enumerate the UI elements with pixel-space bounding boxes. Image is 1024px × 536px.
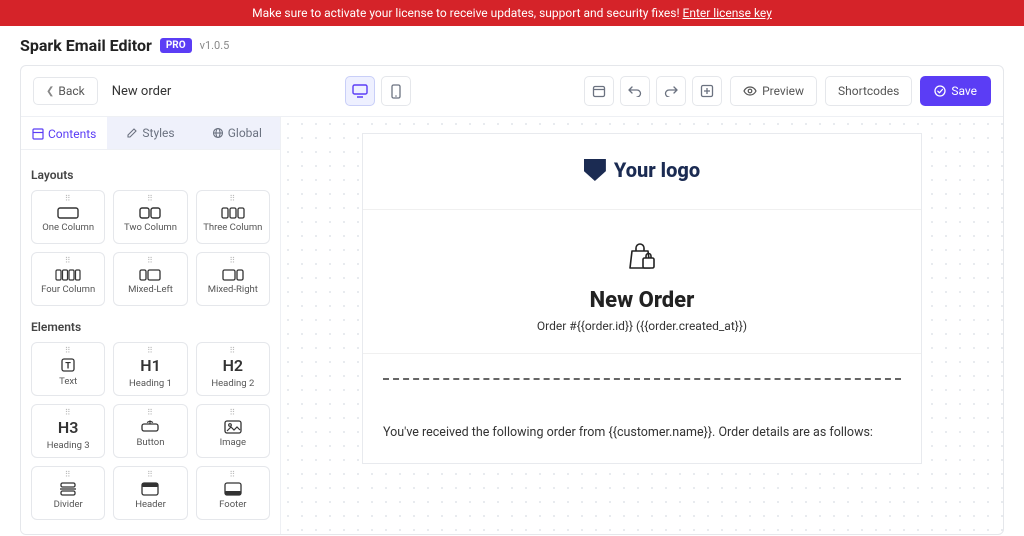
element-divider[interactable]: ⠿ Divider [31, 466, 105, 520]
code-button[interactable] [692, 76, 722, 106]
toolbar: ❮ Back New order [21, 66, 1003, 117]
drag-handle-icon: ⠿ [65, 470, 72, 479]
four-column-icon [55, 269, 81, 281]
shortcodes-label: Shortcodes [838, 84, 899, 98]
email-heading: New Order [363, 288, 921, 313]
mixed-left-icon [139, 269, 161, 281]
document-title: New order [112, 84, 172, 99]
sidebar: Contents Styles Global Layouts ⠿ One Col… [21, 117, 281, 534]
back-label: Back [58, 84, 84, 98]
drag-handle-icon: ⠿ [65, 256, 72, 265]
drag-handle-icon: ⠿ [147, 194, 154, 203]
layout-icon [32, 128, 44, 140]
sidebar-tabs: Contents Styles Global [21, 117, 280, 150]
tab-styles[interactable]: Styles [107, 117, 193, 149]
two-column-icon [139, 207, 161, 219]
redo-button[interactable] [656, 76, 686, 106]
tab-contents[interactable]: Contents [21, 117, 107, 149]
drag-handle-icon: ⠿ [65, 346, 72, 355]
svg-text:T: T [65, 362, 71, 372]
drag-handle-icon: ⠿ [229, 346, 236, 355]
drag-handle-icon: ⠿ [65, 408, 72, 417]
drag-handle-icon: ⠿ [147, 346, 154, 355]
app-version: v1.0.5 [200, 39, 230, 52]
drag-handle-icon: ⠿ [147, 256, 154, 265]
elements-grid: ⠿ T Text ⠿ H1 Heading 1 ⠿ H2 Heading 2 ⠿… [31, 342, 270, 520]
check-circle-icon [934, 85, 946, 97]
element-button[interactable]: ⠿ Button [113, 404, 187, 458]
save-label: Save [951, 84, 977, 98]
layout-one-column[interactable]: ⠿ One Column [31, 190, 105, 244]
mixed-right-icon [222, 269, 244, 281]
button-icon [141, 420, 159, 434]
eye-icon [743, 86, 757, 96]
text-icon: T [60, 357, 76, 373]
email-order-section: New Order Order #{{order.id}} ({{order.c… [363, 210, 921, 354]
element-footer[interactable]: ⠿ Footer [196, 466, 270, 520]
pro-badge: PRO [160, 38, 192, 53]
chevron-left-icon: ❮ [46, 86, 54, 97]
undo-button[interactable] [620, 76, 650, 106]
drag-handle-icon: ⠿ [229, 470, 236, 479]
element-image[interactable]: ⠿ Image [196, 404, 270, 458]
element-header[interactable]: ⠿ Header [113, 466, 187, 520]
footer-icon [224, 482, 242, 496]
license-banner: Make sure to activate your license to re… [0, 0, 1024, 26]
element-heading-2[interactable]: ⠿ H2 Heading 2 [196, 342, 270, 396]
calendar-button[interactable] [584, 76, 614, 106]
editor-frame: ❮ Back New order [20, 65, 1004, 535]
device-toggle [345, 76, 411, 106]
h1-icon: H1 [140, 356, 160, 375]
elements-heading: Elements [31, 320, 270, 334]
element-heading-1[interactable]: ⠿ H1 Heading 1 [113, 342, 187, 396]
logo-text: Your logo [614, 158, 700, 182]
brush-icon [126, 127, 138, 139]
desktop-view-button[interactable] [345, 76, 375, 106]
drag-handle-icon: ⠿ [229, 408, 236, 417]
h2-icon: H2 [223, 356, 243, 375]
enter-license-link[interactable]: Enter license key [683, 6, 772, 20]
mobile-view-button[interactable] [381, 76, 411, 106]
back-button[interactable]: ❮ Back [33, 77, 98, 105]
layout-mixed-left[interactable]: ⠿ Mixed-Left [113, 252, 187, 306]
three-column-icon [221, 207, 245, 219]
layout-four-column[interactable]: ⠿ Four Column [31, 252, 105, 306]
logo-mark-icon [584, 159, 606, 181]
drag-handle-icon: ⠿ [147, 408, 154, 417]
email-preview: Your logo New Order Order #{{order.id}} … [362, 133, 922, 464]
layout-two-column[interactable]: ⠿ Two Column [113, 190, 187, 244]
element-text[interactable]: ⠿ T Text [31, 342, 105, 396]
layouts-heading: Layouts [31, 168, 270, 182]
app-title: Spark Email Editor [20, 36, 152, 55]
drag-handle-icon: ⠿ [229, 256, 236, 265]
divider-icon [59, 482, 77, 496]
save-button[interactable]: Save [920, 76, 991, 106]
layouts-grid: ⠿ One Column ⠿ Two Column ⠿ Three Column… [31, 190, 270, 306]
drag-handle-icon: ⠿ [147, 470, 154, 479]
drag-handle-icon: ⠿ [65, 194, 72, 203]
tab-global[interactable]: Global [194, 117, 280, 149]
image-icon [224, 420, 242, 434]
layout-three-column[interactable]: ⠿ Three Column [196, 190, 270, 244]
header-icon [141, 482, 159, 496]
preview-label: Preview [762, 84, 804, 98]
h3-icon: H3 [58, 418, 78, 437]
drag-handle-icon: ⠿ [229, 194, 236, 203]
license-text: Make sure to activate your license to re… [252, 6, 682, 20]
app-header: Spark Email Editor PRO v1.0.5 [0, 26, 1024, 65]
email-subline: Order #{{order.id}} ({{order.created_at}… [363, 319, 921, 333]
layout-mixed-right[interactable]: ⠿ Mixed-Right [196, 252, 270, 306]
shortcodes-button[interactable]: Shortcodes [825, 76, 912, 106]
globe-icon [212, 127, 224, 139]
element-heading-3[interactable]: ⠿ H3 Heading 3 [31, 404, 105, 458]
email-divider [383, 378, 901, 380]
email-logo-section: Your logo [363, 134, 921, 210]
one-column-icon [57, 207, 79, 219]
editor-canvas[interactable]: Your logo New Order Order #{{order.id}} … [281, 117, 1003, 534]
email-message: You've received the following order from… [363, 404, 921, 463]
shopping-bag-icon [624, 238, 660, 274]
preview-button[interactable]: Preview [730, 76, 817, 106]
